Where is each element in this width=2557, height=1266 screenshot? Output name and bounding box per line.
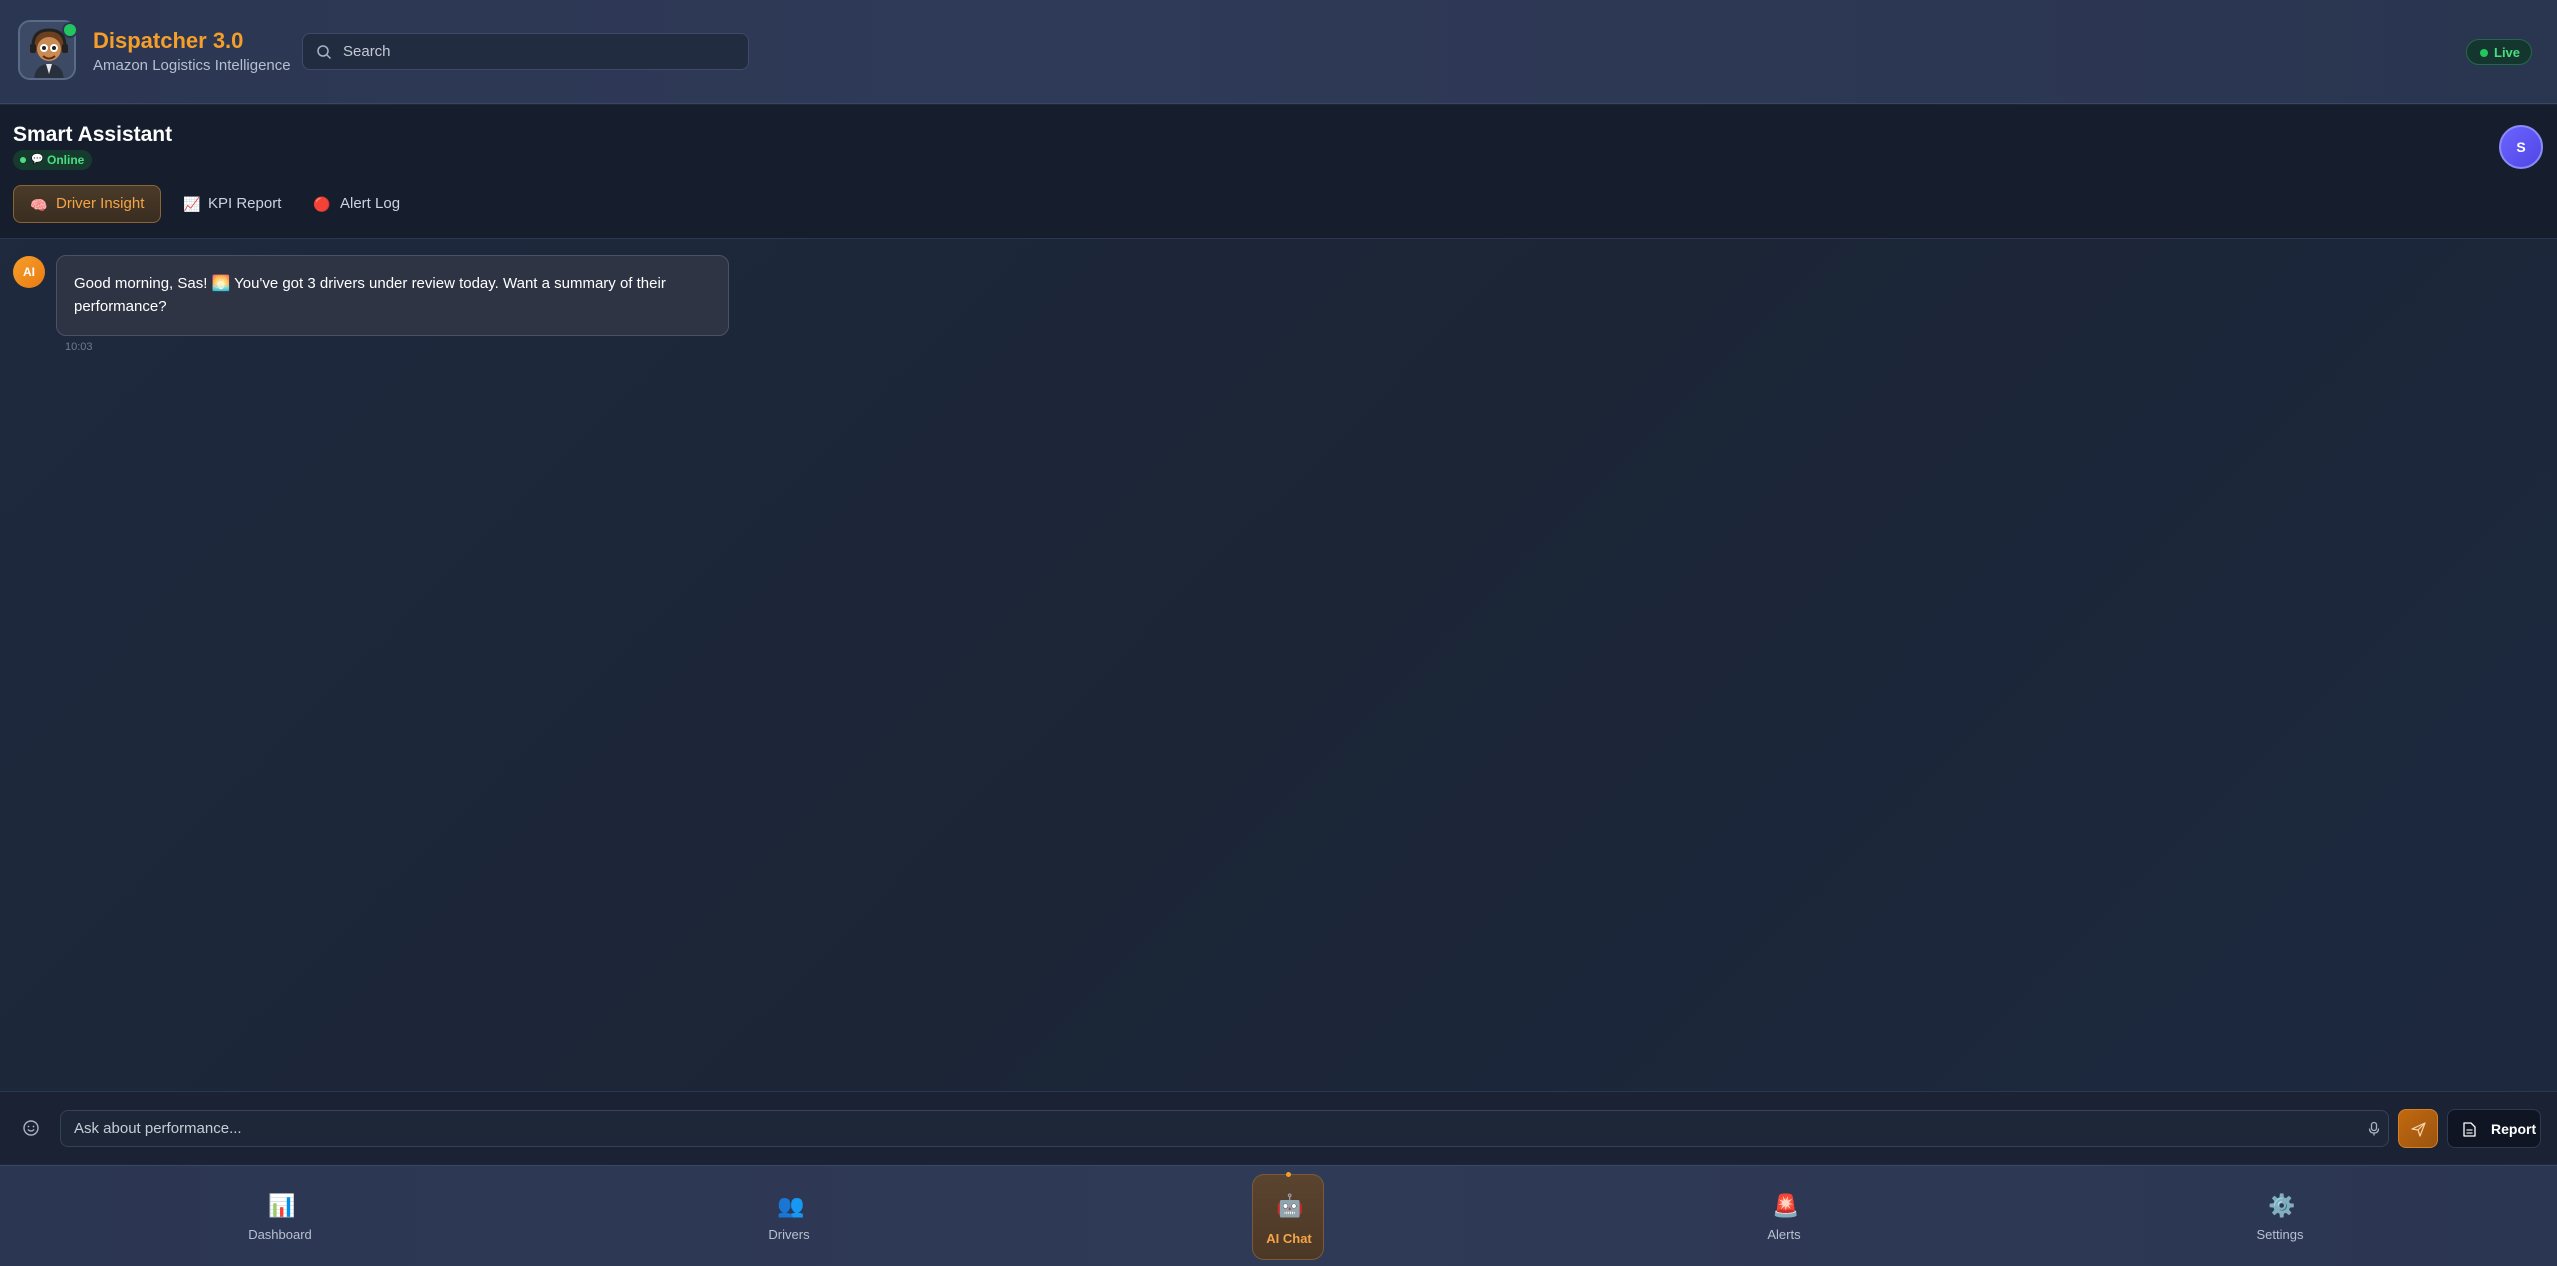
red-circle-icon: 🔴 <box>313 196 331 212</box>
gear-icon: ⚙️ <box>2268 1193 2296 1218</box>
search-icon <box>317 45 332 60</box>
app-root: Dispatcher 3.0 Amazon Logistics Intellig… <box>0 0 2557 1266</box>
report-button[interactable]: Report <box>2447 1109 2541 1148</box>
chart-up-icon: 📈 <box>183 196 201 212</box>
brand-title: Dispatcher 3.0 <box>93 28 244 53</box>
ai-avatar: AI <box>13 256 45 288</box>
brain-icon: 🧠 <box>30 197 48 213</box>
search-input[interactable] <box>343 34 743 69</box>
status-dot-icon <box>20 157 26 163</box>
nav-item-drivers[interactable]: 👥 Drivers <box>729 1166 849 1266</box>
chat-area: AI Good morning, Sas! 🌅 You've got 3 dri… <box>0 240 2557 1090</box>
nav-item-ai-chat[interactable]: 🤖 AI Chat <box>1252 1172 1324 1260</box>
top-header: Dispatcher 3.0 Amazon Logistics Intellig… <box>0 0 2557 104</box>
message-composer: Report <box>0 1091 2557 1164</box>
assistant-bar: Smart Assistant 💬 Online S 🧠 Driver Insi… <box>0 105 2557 239</box>
report-button-label: Report <box>2491 1121 2537 1137</box>
tab-alert-log[interactable]: 🔴 Alert Log <box>303 185 403 223</box>
nav-label: AI Chat <box>1266 1231 1312 1246</box>
ai-message-bubble: Good morning, Sas! 🌅 You've got 3 driver… <box>56 255 729 336</box>
chat-bubble-icon: 💬 <box>31 154 44 165</box>
nav-item-alerts[interactable]: 🚨 Alerts <box>1724 1166 1844 1266</box>
bar-chart-icon: 📊 <box>268 1193 296 1218</box>
bottom-navigation: 📊 Dashboard 👥 Drivers 🤖 AI Chat 🚨 Alerts… <box>0 1165 2557 1266</box>
nav-label: Settings <box>2256 1227 2304 1242</box>
nav-item-settings[interactable]: ⚙️ Settings <box>2220 1166 2340 1266</box>
live-dot-icon <box>2480 49 2488 57</box>
active-indicator-dot <box>1286 1172 1291 1177</box>
brand-subtitle: Amazon Logistics Intelligence <box>93 57 291 74</box>
nav-label: Drivers <box>768 1227 810 1242</box>
robot-icon: 🤖 <box>1276 1193 1304 1218</box>
document-icon <box>2463 1122 2476 1137</box>
emoji-icon[interactable] <box>22 1119 40 1137</box>
nav-label: Alerts <box>1767 1227 1801 1242</box>
tab-kpi-report[interactable]: 📈 KPI Report <box>173 185 283 223</box>
page-title: Smart Assistant <box>13 123 173 146</box>
nav-label: Dashboard <box>248 1227 312 1242</box>
send-icon <box>2411 1122 2426 1137</box>
people-icon: 👥 <box>777 1193 805 1218</box>
avatar-online-indicator <box>62 22 78 38</box>
send-button[interactable] <box>2398 1109 2438 1148</box>
live-status-badge: Live <box>2466 39 2532 65</box>
user-avatar[interactable]: S <box>2499 125 2543 169</box>
nav-item-dashboard[interactable]: 📊 Dashboard <box>220 1166 340 1266</box>
tab-driver-insight[interactable]: 🧠 Driver Insight <box>13 185 161 223</box>
live-label: Live <box>2494 45 2521 60</box>
microphone-icon[interactable] <box>2366 1121 2382 1137</box>
tab-label: Driver Insight <box>56 195 145 212</box>
siren-icon: 🚨 <box>1772 1193 1800 1218</box>
message-timestamp: 10:03 <box>65 341 93 353</box>
tab-label: Alert Log <box>340 195 401 212</box>
composer-input-wrap <box>60 1110 2389 1147</box>
chat-input[interactable] <box>74 1111 2344 1146</box>
tab-label: KPI Report <box>208 195 282 212</box>
search-box <box>302 33 749 70</box>
status-badge: 💬 Online <box>13 150 93 170</box>
